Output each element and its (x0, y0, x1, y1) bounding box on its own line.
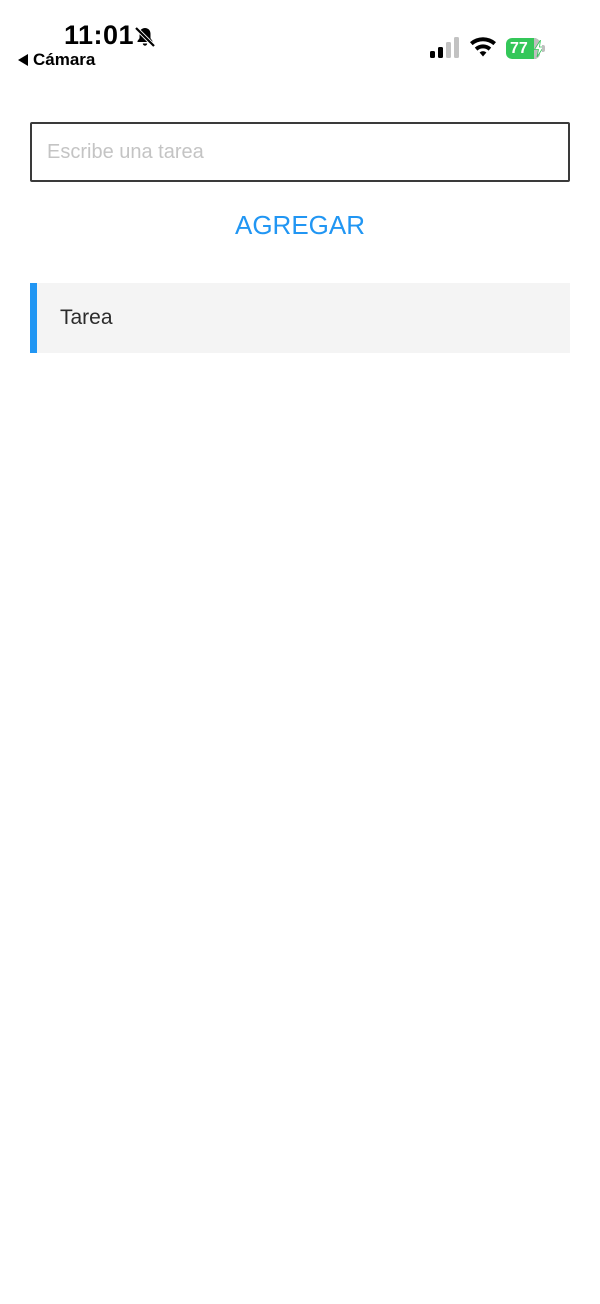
wifi-icon (470, 37, 496, 57)
back-app-label: Cámara (33, 50, 96, 69)
signal-icon (430, 37, 459, 58)
battery-tip (542, 45, 545, 52)
bell-slash-icon (134, 26, 156, 48)
task-item[interactable]: Tarea (30, 283, 570, 353)
task-input[interactable] (30, 122, 570, 182)
add-task-button[interactable]: AGREGAR (30, 205, 570, 245)
battery-indicator: 77 (506, 38, 548, 59)
back-arrow-icon (18, 54, 28, 66)
status-bar: 11:01 Cámara 77 (0, 0, 600, 80)
task-list: Tarea (30, 283, 570, 353)
status-time: 11:01 (64, 20, 135, 50)
back-to-app-link[interactable]: Cámara (18, 50, 95, 70)
battery-level: 77 (510, 39, 528, 57)
task-item-label: Tarea (60, 306, 113, 329)
